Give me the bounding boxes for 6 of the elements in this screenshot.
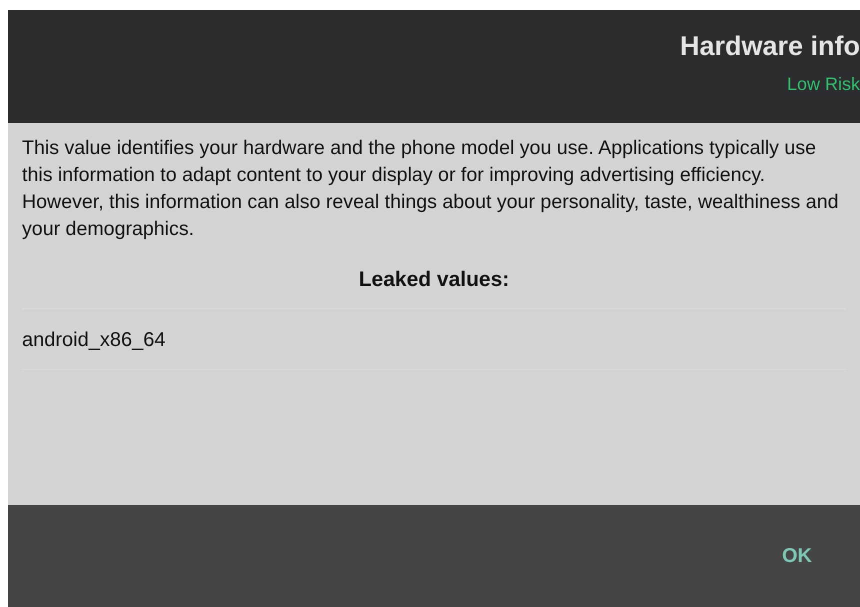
leaked-value: android_x86_64 <box>22 308 846 370</box>
risk-level: Low Risk <box>786 74 860 96</box>
description-text: This value identifies your hardware and the phone model you use. Applications typically use this information to adapt content to your display or for improving advertising efficiency. However, this information can also reveal things about your personality, taste, wealthiness and your demographics. <box>22 136 840 242</box>
ok-button[interactable]: OK <box>774 537 820 575</box>
dialog-title: Hardware info <box>680 30 860 62</box>
leaked-values-heading: Leaked values: <box>358 267 510 293</box>
